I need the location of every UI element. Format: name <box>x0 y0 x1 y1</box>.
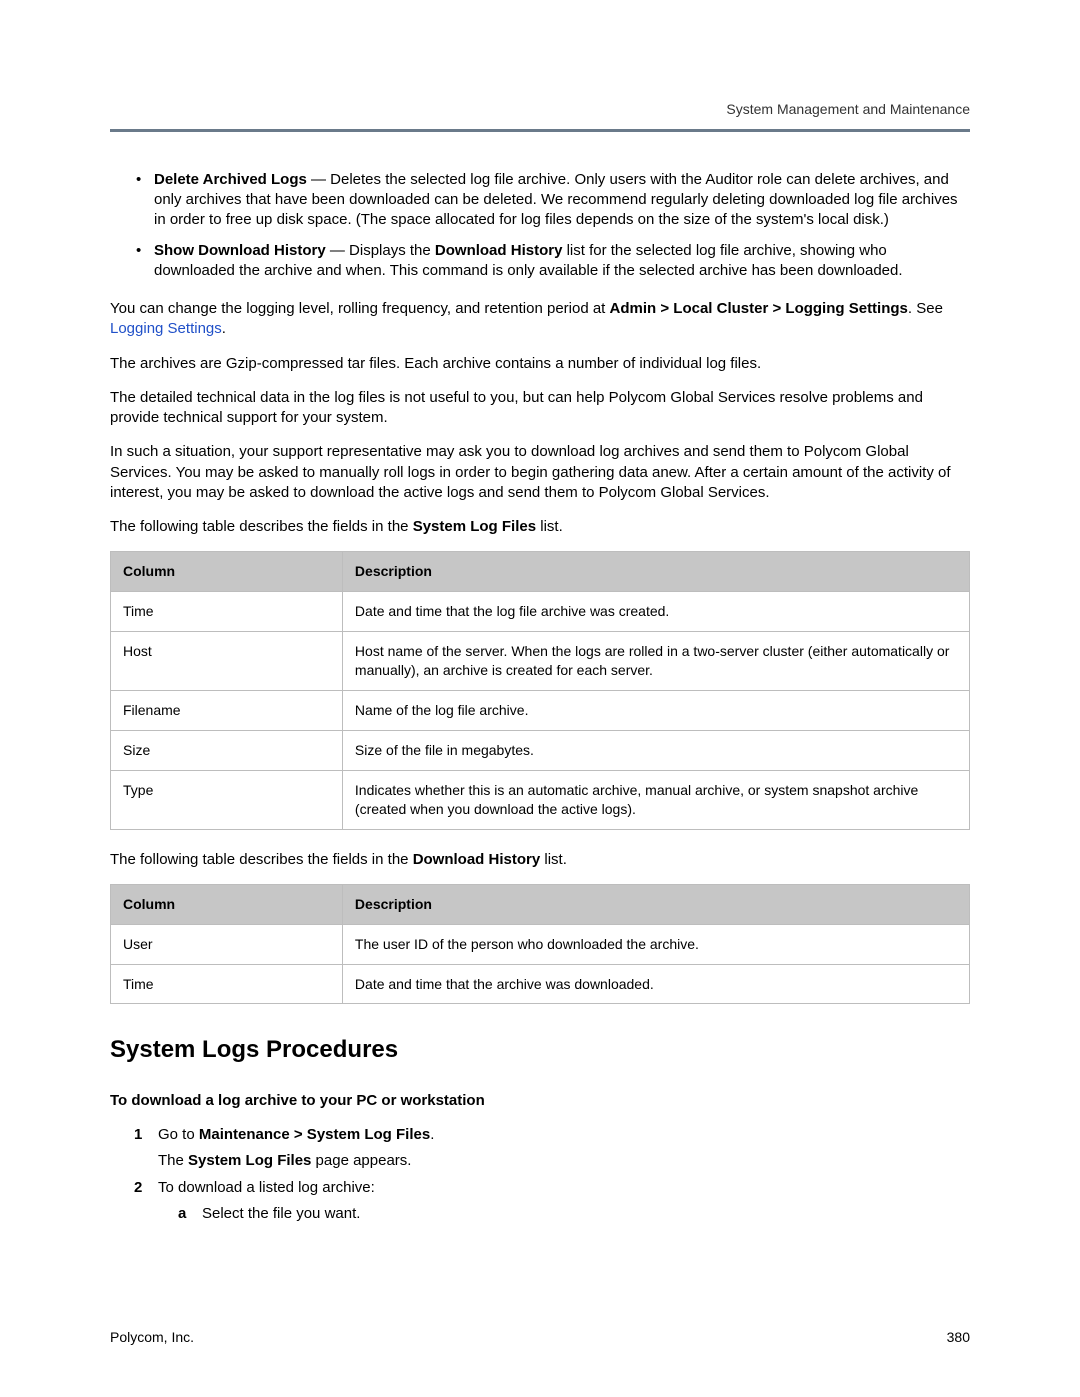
step-2: 2 To download a listed log archive: a Se… <box>140 1178 970 1225</box>
section-heading-system-logs-procedures: System Logs Procedures <box>110 1034 970 1066</box>
substeps: a Select the file you want. <box>158 1204 970 1224</box>
paragraph-technical: The detailed technical data in the log f… <box>110 388 970 429</box>
procedure-steps: 1 Go to Maintenance > System Log Files. … <box>110 1125 970 1224</box>
paragraph-support: In such a situation, your support repres… <box>110 442 970 503</box>
page-footer: Polycom, Inc. 380 <box>110 1328 970 1347</box>
procedure-subheading: To download a log archive to your PC or … <box>110 1091 970 1111</box>
table-row: SizeSize of the file in megabytes. <box>111 730 970 770</box>
paragraph-archives: The archives are Gzip-compressed tar fil… <box>110 354 970 374</box>
table1-intro: The following table describes the fields… <box>110 517 970 537</box>
bullet-show-download-history: Show Download History — Displays the Dow… <box>154 241 970 282</box>
table-row: TimeDate and time that the log file arch… <box>111 592 970 632</box>
table2-intro: The following table describes the fields… <box>110 850 970 870</box>
bullet-term: Show Download History <box>154 242 326 259</box>
table-header-column: Column <box>111 552 343 592</box>
substep-letter: a <box>178 1204 186 1224</box>
footer-company: Polycom, Inc. <box>110 1328 194 1347</box>
bullet-inline-bold: Download History <box>435 242 563 259</box>
table-row: TypeIndicates whether this is an automat… <box>111 770 970 829</box>
step-number: 1 <box>134 1125 142 1145</box>
table-row: TimeDate and time that the archive was d… <box>111 964 970 1004</box>
bullet-delete-archived-logs: Delete Archived Logs — Deletes the selec… <box>154 170 970 231</box>
table-header-column: Column <box>111 884 343 924</box>
table-header-description: Description <box>342 884 969 924</box>
action-bullet-list: Delete Archived Logs — Deletes the selec… <box>110 170 970 281</box>
page-header: System Management and Maintenance <box>110 100 970 132</box>
logging-settings-link[interactable]: Logging Settings <box>110 320 222 337</box>
table-row: UserThe user ID of the person who downlo… <box>111 924 970 964</box>
download-history-table: Column Description UserThe user ID of th… <box>110 884 970 1005</box>
document-page: System Management and Maintenance Delete… <box>0 0 1080 1397</box>
substep-a: a Select the file you want. <box>184 1204 970 1224</box>
table-row: HostHost name of the server. When the lo… <box>111 632 970 691</box>
bullet-term: Delete Archived Logs <box>154 171 307 188</box>
header-section-title: System Management and Maintenance <box>726 101 970 117</box>
table-header-description: Description <box>342 552 969 592</box>
nav-path: Admin > Local Cluster > Logging Settings <box>610 300 908 317</box>
paragraph-logging-settings: You can change the logging level, rollin… <box>110 299 970 340</box>
system-log-files-table: Column Description TimeDate and time tha… <box>110 551 970 829</box>
table-row: FilenameName of the log file archive. <box>111 690 970 730</box>
step-1: 1 Go to Maintenance > System Log Files. … <box>140 1125 970 1172</box>
nav-path: Maintenance > System Log Files <box>199 1126 430 1143</box>
bullet-text: — Displays the <box>326 242 435 259</box>
footer-page-number: 380 <box>947 1328 970 1347</box>
step-number: 2 <box>134 1178 142 1198</box>
